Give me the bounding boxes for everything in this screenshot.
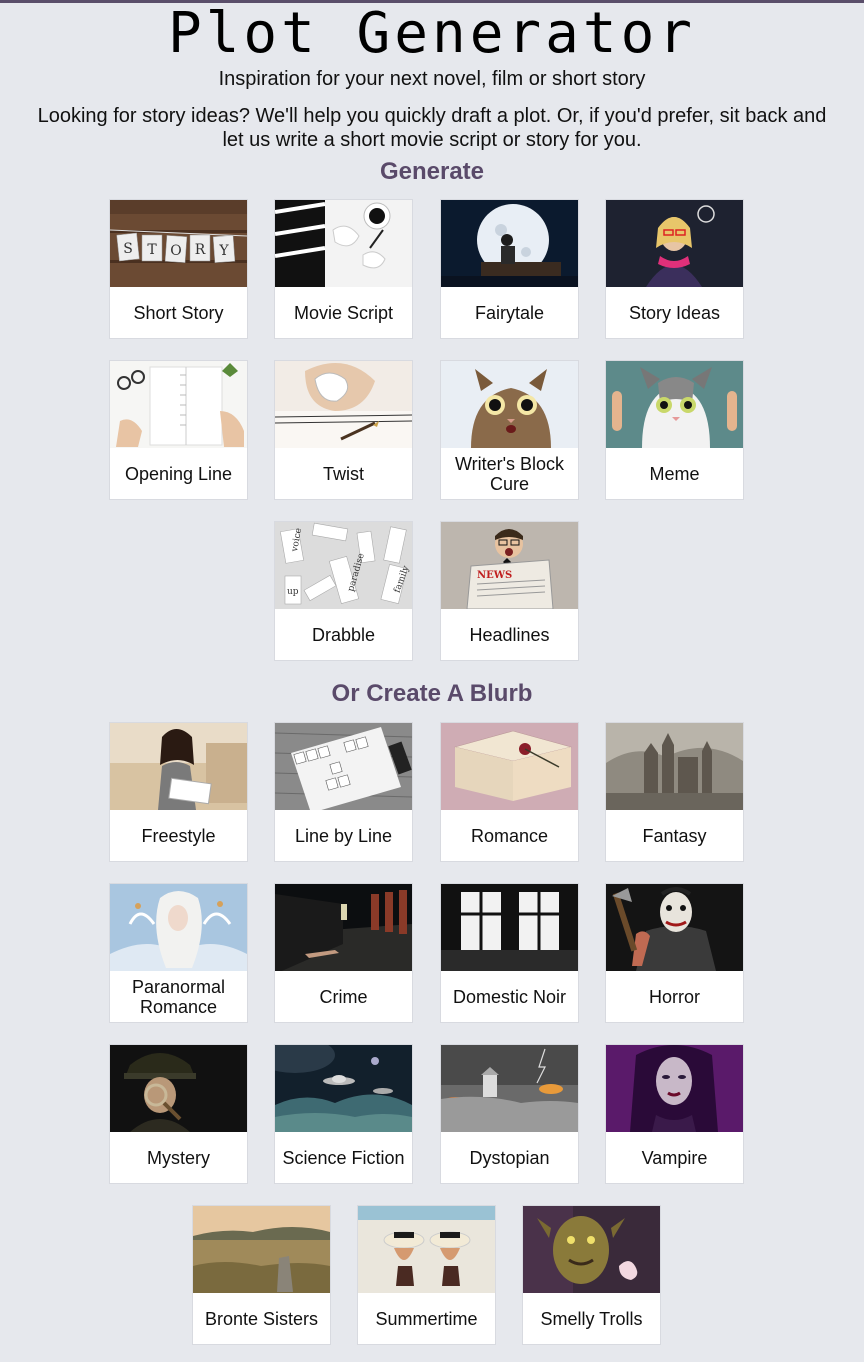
card-horror[interactable]: Horror	[605, 883, 744, 1023]
crumpled-paper-image[interactable]	[275, 361, 412, 448]
surprised-cat-image[interactable]	[441, 361, 578, 448]
card-label[interactable]: Science Fiction	[275, 1133, 412, 1183]
card-dystopian[interactable]: Dystopian	[440, 1044, 579, 1184]
svg-text:T: T	[147, 242, 157, 258]
card-label[interactable]: Story Ideas	[606, 288, 743, 338]
card-label[interactable]: Freestyle	[110, 811, 247, 861]
troll-image[interactable]	[523, 1206, 660, 1293]
card-label[interactable]: Mystery	[110, 1133, 247, 1183]
once-upon-a-time-tiles-image[interactable]	[275, 723, 412, 810]
card-label[interactable]: Crime	[275, 972, 412, 1022]
page-title: Plot Generator	[167, 1, 696, 66]
card-summertime[interactable]: Summertime	[357, 1205, 496, 1345]
blurb-heading: Or Create A Blurb	[331, 680, 533, 707]
notebook-writing-image[interactable]	[110, 361, 247, 448]
card-freestyle[interactable]: Freestyle	[109, 722, 248, 862]
page-subtitle: Inspiration for your next novel, film or…	[218, 68, 646, 90]
corridor-body-image[interactable]	[275, 884, 412, 971]
svg-text:Y: Y	[218, 243, 229, 259]
card-label[interactable]: Meme	[606, 449, 743, 499]
card-label[interactable]: Bronte Sisters	[193, 1294, 330, 1344]
card-label[interactable]: Short Story	[110, 288, 247, 338]
card-mystery[interactable]: Mystery	[109, 1044, 248, 1184]
card-romance[interactable]: Romance	[440, 722, 579, 862]
card-label[interactable]: Vampire	[606, 1133, 743, 1183]
svg-text:S: S	[123, 241, 133, 257]
card-movie-script[interactable]: Movie Script	[274, 199, 413, 339]
card-label[interactable]: Dystopian	[441, 1133, 578, 1183]
story-letters-image[interactable]: STORY	[110, 200, 247, 287]
card-crime[interactable]: Crime	[274, 883, 413, 1023]
card-label[interactable]: Domestic Noir	[441, 972, 578, 1022]
card-domestic-noir[interactable]: Domestic Noir	[440, 883, 579, 1023]
card-label[interactable]: Twist	[275, 449, 412, 499]
clown-axe-image[interactable]	[606, 884, 743, 971]
card-fairytale[interactable]: Fairytale	[440, 199, 579, 339]
lightbulb-woman-image[interactable]	[606, 200, 743, 287]
woman-writing-image[interactable]	[110, 723, 247, 810]
card-drabble[interactable]: voice paradise family up Drabble	[274, 521, 413, 661]
cat-meme-image[interactable]	[606, 361, 743, 448]
card-opening-line[interactable]: Opening Line	[109, 360, 248, 500]
card-label[interactable]: Fantasy	[606, 811, 743, 861]
card-meme[interactable]: Meme	[605, 360, 744, 500]
card-label[interactable]: Drabble	[275, 610, 412, 660]
card-vampire[interactable]: Vampire	[605, 1044, 744, 1184]
card-fantasy[interactable]: Fantasy	[605, 722, 744, 862]
beach-hats-image[interactable]	[358, 1206, 495, 1293]
svg-text:up: up	[287, 587, 299, 597]
card-label[interactable]: Summertime	[358, 1294, 495, 1344]
card-twist[interactable]: Twist	[274, 360, 413, 500]
card-label[interactable]: Headlines	[441, 610, 578, 660]
generate-heading: Generate	[379, 158, 485, 185]
svg-text:O: O	[170, 243, 181, 259]
moon-reader-image[interactable]	[441, 200, 578, 287]
ethereal-woman-image[interactable]	[110, 884, 247, 971]
card-label[interactable]: Horror	[606, 972, 743, 1022]
card-story-ideas[interactable]: Story Ideas	[605, 199, 744, 339]
svg-text:NEWS: NEWS	[477, 570, 512, 581]
card-label[interactable]: Smelly Trolls	[523, 1294, 660, 1344]
ufo-planet-image[interactable]	[275, 1045, 412, 1132]
detective-magnifier-image[interactable]	[110, 1045, 247, 1132]
card-short-story[interactable]: S T O R Y Short Story	[109, 199, 248, 339]
card-label[interactable]: Romance	[441, 811, 578, 861]
castle-image[interactable]	[606, 723, 743, 810]
card-science-fiction[interactable]: Science Fiction	[274, 1044, 413, 1184]
dark-window-image[interactable]	[441, 884, 578, 971]
card-bronte-sisters[interactable]: Bronte Sisters	[192, 1205, 331, 1345]
moorland-image[interactable]	[193, 1206, 330, 1293]
svg-text:R: R	[195, 242, 206, 258]
card-line-by-line[interactable]: Line by Line	[274, 722, 413, 862]
intro-text: Looking for story ideas? We'll help you …	[37, 105, 827, 151]
card-smelly-trolls[interactable]: Smelly Trolls	[522, 1205, 661, 1345]
card-label[interactable]: Writer's Block Cure	[441, 449, 578, 499]
card-label[interactable]: Paranormal Romance	[110, 972, 247, 1022]
newspaper-man-image[interactable]: NEWS	[441, 522, 578, 609]
card-label[interactable]: Movie Script	[275, 288, 412, 338]
card-label[interactable]: Fairytale	[441, 288, 578, 338]
card-writer-s-block-cure[interactable]: Writer's Block Cure	[440, 360, 579, 500]
card-headlines[interactable]: NEWS Headlines	[440, 521, 579, 661]
card-label[interactable]: Line by Line	[275, 811, 412, 861]
stormy-landscape-image[interactable]	[441, 1045, 578, 1132]
vampire-woman-image[interactable]	[606, 1045, 743, 1132]
word-cards-image[interactable]: voice paradise family up	[275, 522, 412, 609]
clapperboard-image[interactable]	[275, 200, 412, 287]
book-rose-image[interactable]	[441, 723, 578, 810]
page-header: Plot Generator Inspiration for your next…	[0, 4, 864, 152]
card-paranormal-romance[interactable]: Paranormal Romance	[109, 883, 248, 1023]
card-label[interactable]: Opening Line	[110, 449, 247, 499]
